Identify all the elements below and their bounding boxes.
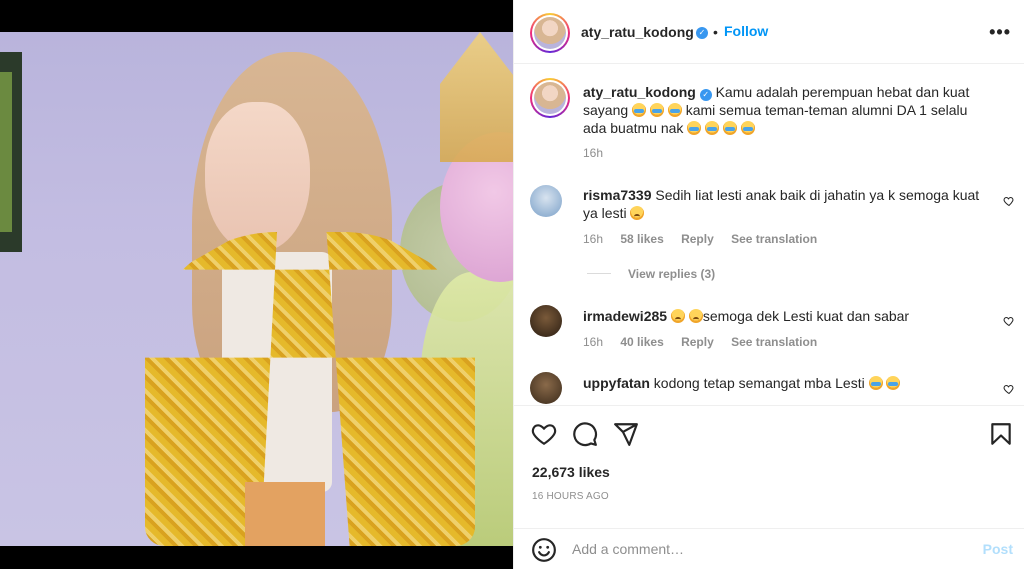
crying-emoji-icon [632, 103, 647, 117]
small-heart-icon[interactable] [1003, 195, 1015, 207]
likes-count[interactable]: 22,673 likes [532, 464, 610, 480]
comment-avatar[interactable] [530, 185, 562, 217]
verified-badge-icon: ✓ [696, 27, 708, 39]
crying-emoji-icon [705, 121, 720, 135]
post-time[interactable]: 16 HOURS AGO [532, 491, 609, 502]
comment-text: risma7339 Sedih liat lesti anak baik di … [583, 186, 988, 222]
follow-button[interactable]: Follow [724, 23, 768, 39]
replies-divider [587, 273, 611, 274]
caption-meta: 16h [583, 146, 617, 160]
crying-emoji-icon [687, 121, 702, 135]
crying-emoji-icon [740, 121, 755, 135]
comment-username[interactable]: irmadewi285 [583, 308, 667, 324]
comment-username[interactable]: uppyfatan [583, 375, 650, 391]
caption-time[interactable]: 16h [583, 146, 603, 160]
comment-likes[interactable]: 40 likes [620, 335, 663, 349]
post-media [0, 0, 513, 569]
comment-likes[interactable]: 58 likes [620, 232, 663, 246]
small-heart-icon[interactable] [1003, 383, 1015, 395]
crying-emoji-icon [886, 376, 901, 390]
crying-emoji-icon [723, 121, 738, 135]
post-comment-button[interactable]: Post [983, 541, 1013, 557]
comment-time[interactable]: 16h [583, 335, 603, 349]
comment-avatar[interactable] [530, 305, 562, 337]
comment-body: kodong tetap semangat mba Lesti [653, 375, 865, 391]
add-comment-row: Add a comment… Post [514, 528, 1024, 569]
heart-icon[interactable] [531, 421, 557, 447]
post-side-panel: aty_ratu_kodong ✓ • Follow ••• aty_ratu_… [513, 0, 1024, 569]
post-actions: 22,673 likes 16 HOURS AGO Add a comment…… [514, 405, 1024, 569]
sad-emoji-icon [670, 309, 685, 323]
comment-meta: 16h 40 likes Reply See translation [583, 335, 831, 349]
reply-button[interactable]: Reply [681, 335, 714, 349]
caption-author-avatar[interactable] [530, 78, 570, 118]
see-translation-button[interactable]: See translation [731, 232, 817, 246]
comment-username[interactable]: risma7339 [583, 187, 652, 203]
smiley-icon[interactable] [531, 537, 557, 563]
person-skirt [245, 482, 325, 546]
view-replies-button[interactable]: View replies (3) [628, 267, 715, 281]
crying-emoji-icon [868, 376, 883, 390]
caption-username[interactable]: aty_ratu_kodong [583, 84, 696, 100]
add-comment-input[interactable]: Add a comment… [572, 541, 684, 557]
more-options-icon[interactable]: ••• [989, 22, 1011, 43]
header-separator: • [713, 24, 718, 40]
bookmark-icon[interactable] [988, 421, 1014, 447]
comment-avatar[interactable] [530, 372, 562, 404]
comment-text: irmadewi285 semoga dek Lesti kuat dan sa… [583, 307, 988, 325]
background-panel-accent [0, 72, 12, 232]
reply-button[interactable]: Reply [681, 232, 714, 246]
crying-emoji-icon [667, 103, 682, 117]
comment-body: semoga dek Lesti kuat dan sabar [702, 308, 910, 324]
post-photo[interactable] [0, 32, 513, 546]
author-avatar[interactable] [530, 13, 570, 53]
verified-badge-icon: ✓ [699, 89, 712, 101]
comment-text: uppyfatan kodong tetap semangat mba Lest… [583, 374, 988, 392]
caption-text: aty_ratu_kodong ✓ Kamu adalah perempuan … [583, 83, 983, 137]
crying-emoji-icon [649, 103, 664, 117]
small-heart-icon[interactable] [1003, 315, 1015, 327]
comments-list[interactable]: aty_ratu_kodong ✓ Kamu adalah perempuan … [514, 65, 1024, 405]
paper-plane-icon[interactable] [613, 421, 639, 447]
comment-meta: 16h 58 likes Reply See translation [583, 232, 831, 246]
background-crown [440, 32, 513, 162]
sad-emoji-icon [688, 309, 703, 323]
post-header: aty_ratu_kodong ✓ • Follow ••• [514, 0, 1024, 64]
person-face [205, 102, 310, 252]
comment-icon[interactable] [572, 421, 598, 447]
see-translation-button[interactable]: See translation [731, 335, 817, 349]
comment-time[interactable]: 16h [583, 232, 603, 246]
author-username[interactable]: aty_ratu_kodong [581, 24, 694, 40]
sad-emoji-icon [630, 206, 645, 220]
